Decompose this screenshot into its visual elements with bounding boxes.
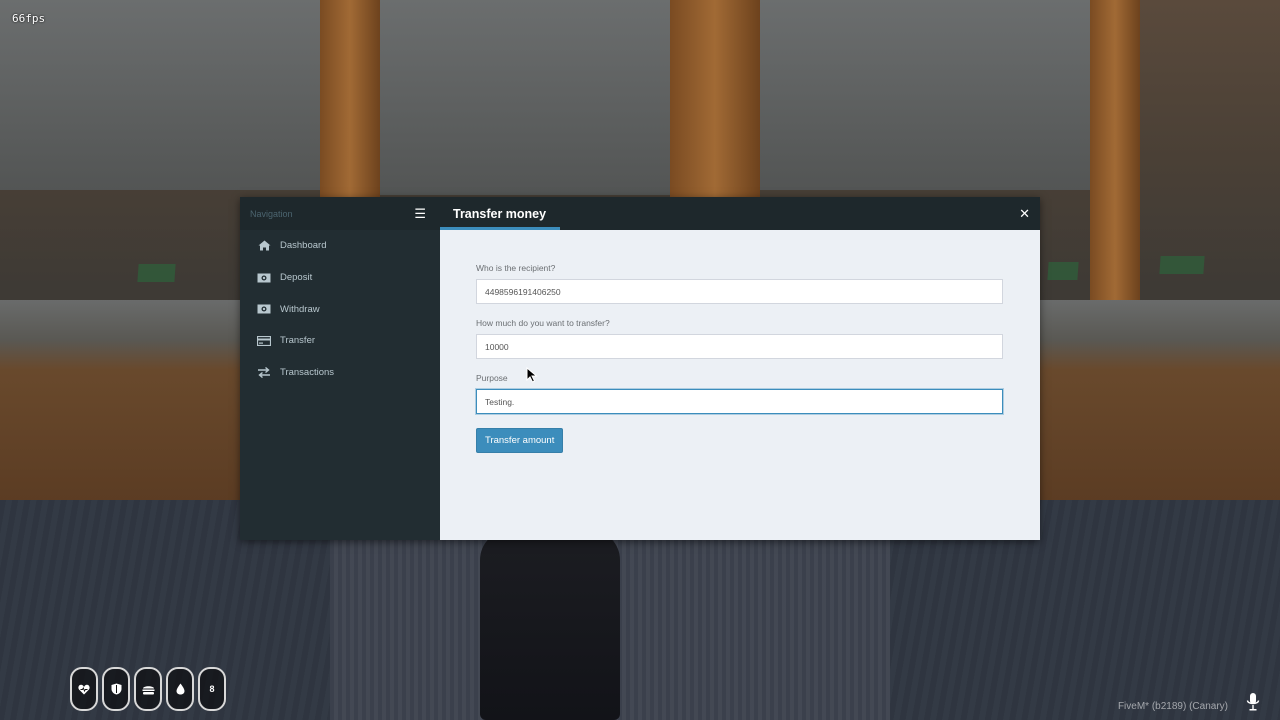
page-title: Transfer money: [453, 206, 547, 221]
health-indicator: [70, 667, 98, 711]
money-icon: [256, 303, 272, 315]
transfer-amount-button[interactable]: Transfer amount: [476, 428, 564, 453]
purpose-group: Purpose: [476, 373, 1003, 414]
transfer-form: Who is the recipient? How much do you wa…: [476, 263, 1003, 453]
banking-app-window: Navigation ☰ Dashboard Deposit Withdraw …: [240, 197, 1040, 540]
sidebar-item-dashboard[interactable]: Dashboard: [240, 230, 440, 262]
home-icon: [256, 240, 272, 252]
burger-icon: [142, 685, 154, 694]
background-sign: [1047, 262, 1079, 280]
armor-indicator: [102, 667, 130, 711]
player-hud: 8: [70, 667, 226, 711]
progress-bar-fill: [440, 227, 560, 230]
shield-icon: [111, 683, 121, 695]
sidebar-item-label: Transfer: [280, 335, 316, 347]
recipient-group: Who is the recipient?: [476, 263, 1003, 304]
microphone-icon: [1246, 693, 1260, 711]
exchange-icon: [256, 367, 272, 379]
mouse-cursor-icon: [526, 367, 538, 383]
sidebar-item-deposit[interactable]: Deposit: [240, 262, 440, 294]
sidebar-header: Navigation ☰: [240, 197, 440, 230]
sidebar-item-withdraw[interactable]: Withdraw: [240, 293, 440, 325]
main-header: Transfer money ✕: [440, 197, 1040, 230]
credit-card-icon: [256, 335, 272, 347]
amount-group: How much do you want to transfer?: [476, 318, 1003, 359]
progress-bar: [440, 227, 1040, 230]
fps-counter: 66fps: [12, 12, 46, 25]
background-sign: [137, 264, 176, 282]
background-window-center: [380, 0, 670, 195]
amount-label: How much do you want to transfer?: [476, 318, 610, 328]
nav-title: Navigation: [250, 208, 293, 219]
recipient-input[interactable]: [476, 279, 1003, 304]
money-icon: [256, 272, 272, 284]
sidebar-item-label: Withdraw: [280, 303, 320, 315]
sidebar-nav: Dashboard Deposit Withdraw Transfer Tran…: [240, 230, 440, 388]
player-character: [480, 530, 620, 720]
background-window-right: [760, 0, 1090, 190]
hud-counter: 8: [198, 667, 226, 711]
close-icon[interactable]: ✕: [1019, 207, 1030, 220]
hunger-indicator: [134, 667, 162, 711]
thirst-indicator: [166, 667, 194, 711]
sidebar-item-label: Transactions: [280, 367, 335, 379]
purpose-input[interactable]: [476, 389, 1003, 414]
recipient-label: Who is the recipient?: [476, 263, 556, 273]
sidebar-item-transfer[interactable]: Transfer: [240, 325, 440, 357]
heart-icon: [78, 684, 90, 694]
hamburger-menu-icon[interactable]: ☰: [414, 207, 426, 220]
sidebar-item-transactions[interactable]: Transactions: [240, 357, 440, 389]
amount-input[interactable]: [476, 334, 1003, 359]
background-pillar: [1090, 0, 1140, 300]
background-window-left: [0, 0, 320, 190]
fivem-watermark: FiveM* (b2189) (Canary): [1117, 701, 1228, 712]
water-drop-icon: [176, 683, 184, 695]
sidebar-item-label: Deposit: [280, 272, 313, 284]
purpose-label: Purpose: [476, 373, 508, 383]
sidebar: Navigation ☰ Dashboard Deposit Withdraw …: [240, 197, 440, 540]
sidebar-item-label: Dashboard: [280, 240, 327, 252]
background-sign: [1159, 256, 1206, 274]
